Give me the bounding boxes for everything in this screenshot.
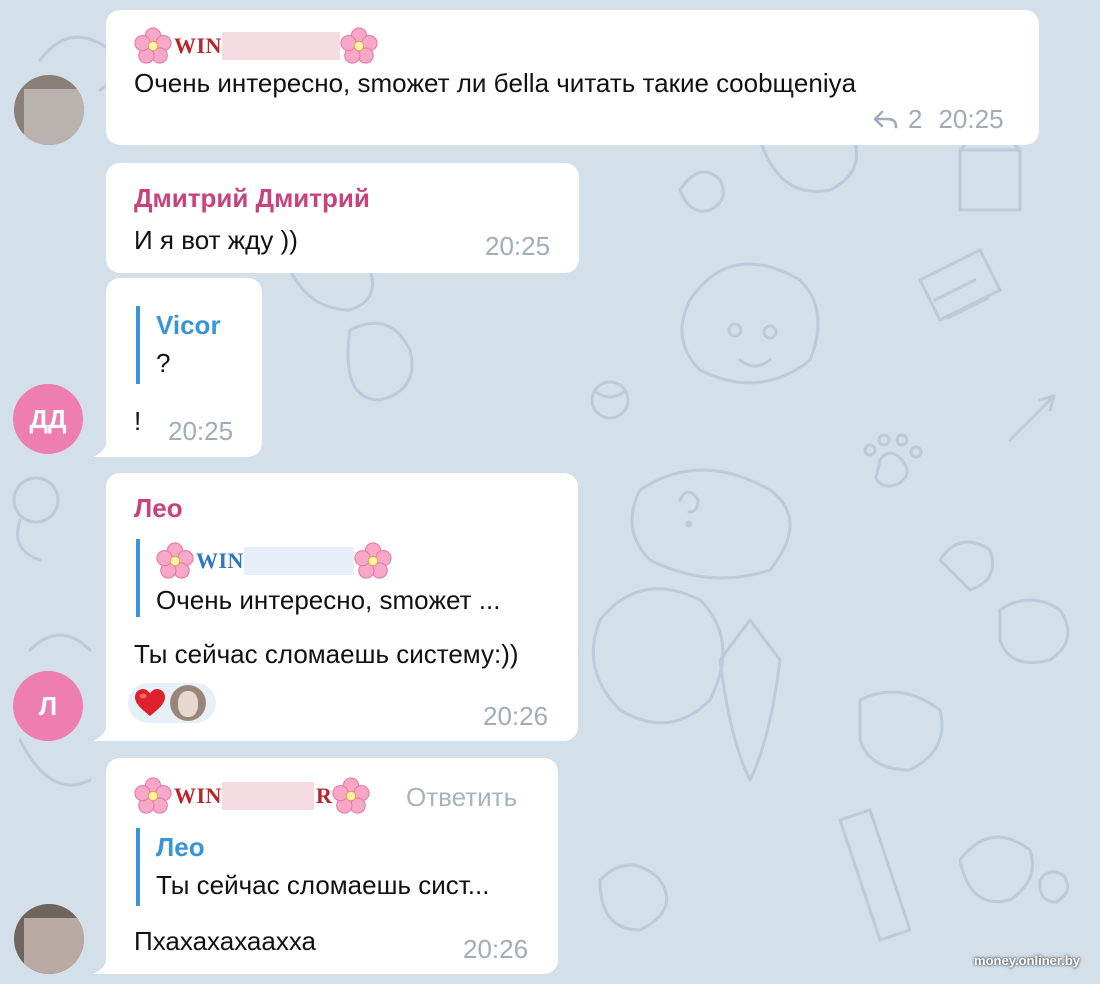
message-bubble-2[interactable]: Дмитрий Дмитрий И я вот жду )) 20:25	[106, 163, 579, 273]
reply-quote[interactable]: Лео Ты сейчас сломаешь сист...	[136, 828, 536, 906]
reply-count: 2	[908, 104, 923, 134]
message-text: Ты сейчас сломаешь систему:))	[134, 639, 519, 669]
message-text: И я вот жду ))	[134, 225, 298, 255]
sender-name[interactable]: Дмитрий Дмитрий	[134, 183, 370, 214]
sender-name[interactable]: Лео	[134, 493, 183, 524]
reply-quote[interactable]: Vicor ?	[136, 306, 246, 384]
redacted-nickname	[221, 782, 314, 810]
watermark: money.onliner.by	[974, 953, 1080, 968]
cherry-blossom-emoji-icon	[354, 542, 392, 579]
reply-quote-text: Ты сейчас сломаешь сист...	[156, 870, 490, 900]
message-reactions[interactable]	[128, 683, 216, 723]
message-bubble-3[interactable]: Vicor ? ! 20:25	[106, 278, 262, 457]
reply-quote-text: Очень интересно, smoжет ...	[156, 585, 501, 615]
message-text: !	[134, 406, 142, 436]
message-bubble-1[interactable]: Win Очень интересно, smoжет ли бella чит…	[106, 10, 1039, 145]
cherry-blossom-emoji-icon	[332, 777, 370, 814]
sender-avatar-photo[interactable]	[14, 904, 84, 974]
nickname-prefix: Win	[174, 33, 222, 58]
message-time: 20:25	[938, 104, 1004, 134]
reaction-user-avatar	[170, 685, 206, 721]
message-text: Очень интересно, smoжет ли бella читать …	[134, 68, 857, 98]
message-time: 20:26	[483, 701, 549, 731]
thread-replies[interactable]: 2 20:25	[872, 104, 1004, 135]
reply-quote[interactable]: Win Очень интересно, smoжет ...	[136, 539, 556, 617]
message-time: 20:25	[168, 416, 234, 446]
message-time: 20:26	[463, 934, 529, 964]
reply-arrow-icon	[873, 110, 898, 128]
reply-quote-text: ?	[156, 348, 171, 378]
red-heart-emoji-icon	[135, 689, 165, 716]
cherry-blossom-emoji-icon	[156, 542, 194, 579]
redacted-nickname	[221, 32, 340, 60]
cherry-blossom-emoji-icon	[134, 777, 172, 814]
bubble-tail	[93, 443, 107, 457]
message-time: 20:25	[485, 231, 551, 261]
nickname-prefix: Win	[196, 548, 244, 573]
reply-quote-author: Vicor	[156, 310, 221, 340]
bubble-tail	[93, 960, 107, 974]
message-text: Пхахахахаахха	[134, 926, 316, 956]
sender-nickname[interactable]: Win	[134, 26, 378, 66]
reply-quote-author: Лео	[156, 832, 205, 862]
bubble-tail	[93, 727, 107, 741]
sender-nickname[interactable]: Win r	[134, 776, 370, 816]
reply-quote-author: Win	[156, 541, 392, 581]
cherry-blossom-emoji-icon	[340, 27, 378, 64]
reply-button[interactable]: Ответить	[406, 782, 517, 813]
message-bubble-5[interactable]: Win r Ответить Лео Ты сейчас сломаешь си…	[106, 758, 558, 974]
redacted-nickname	[243, 547, 354, 575]
cherry-blossom-emoji-icon	[134, 27, 172, 64]
nickname-prefix: Win	[174, 783, 222, 808]
nickname-suffix: r	[315, 783, 333, 808]
message-bubble-4[interactable]: Лео Win Очень интересно, smoжет ... Ты с…	[106, 473, 578, 741]
sender-avatar[interactable]: Л	[13, 671, 83, 741]
sender-avatar-photo[interactable]	[14, 75, 84, 145]
sender-avatar[interactable]: ДД	[13, 384, 83, 454]
